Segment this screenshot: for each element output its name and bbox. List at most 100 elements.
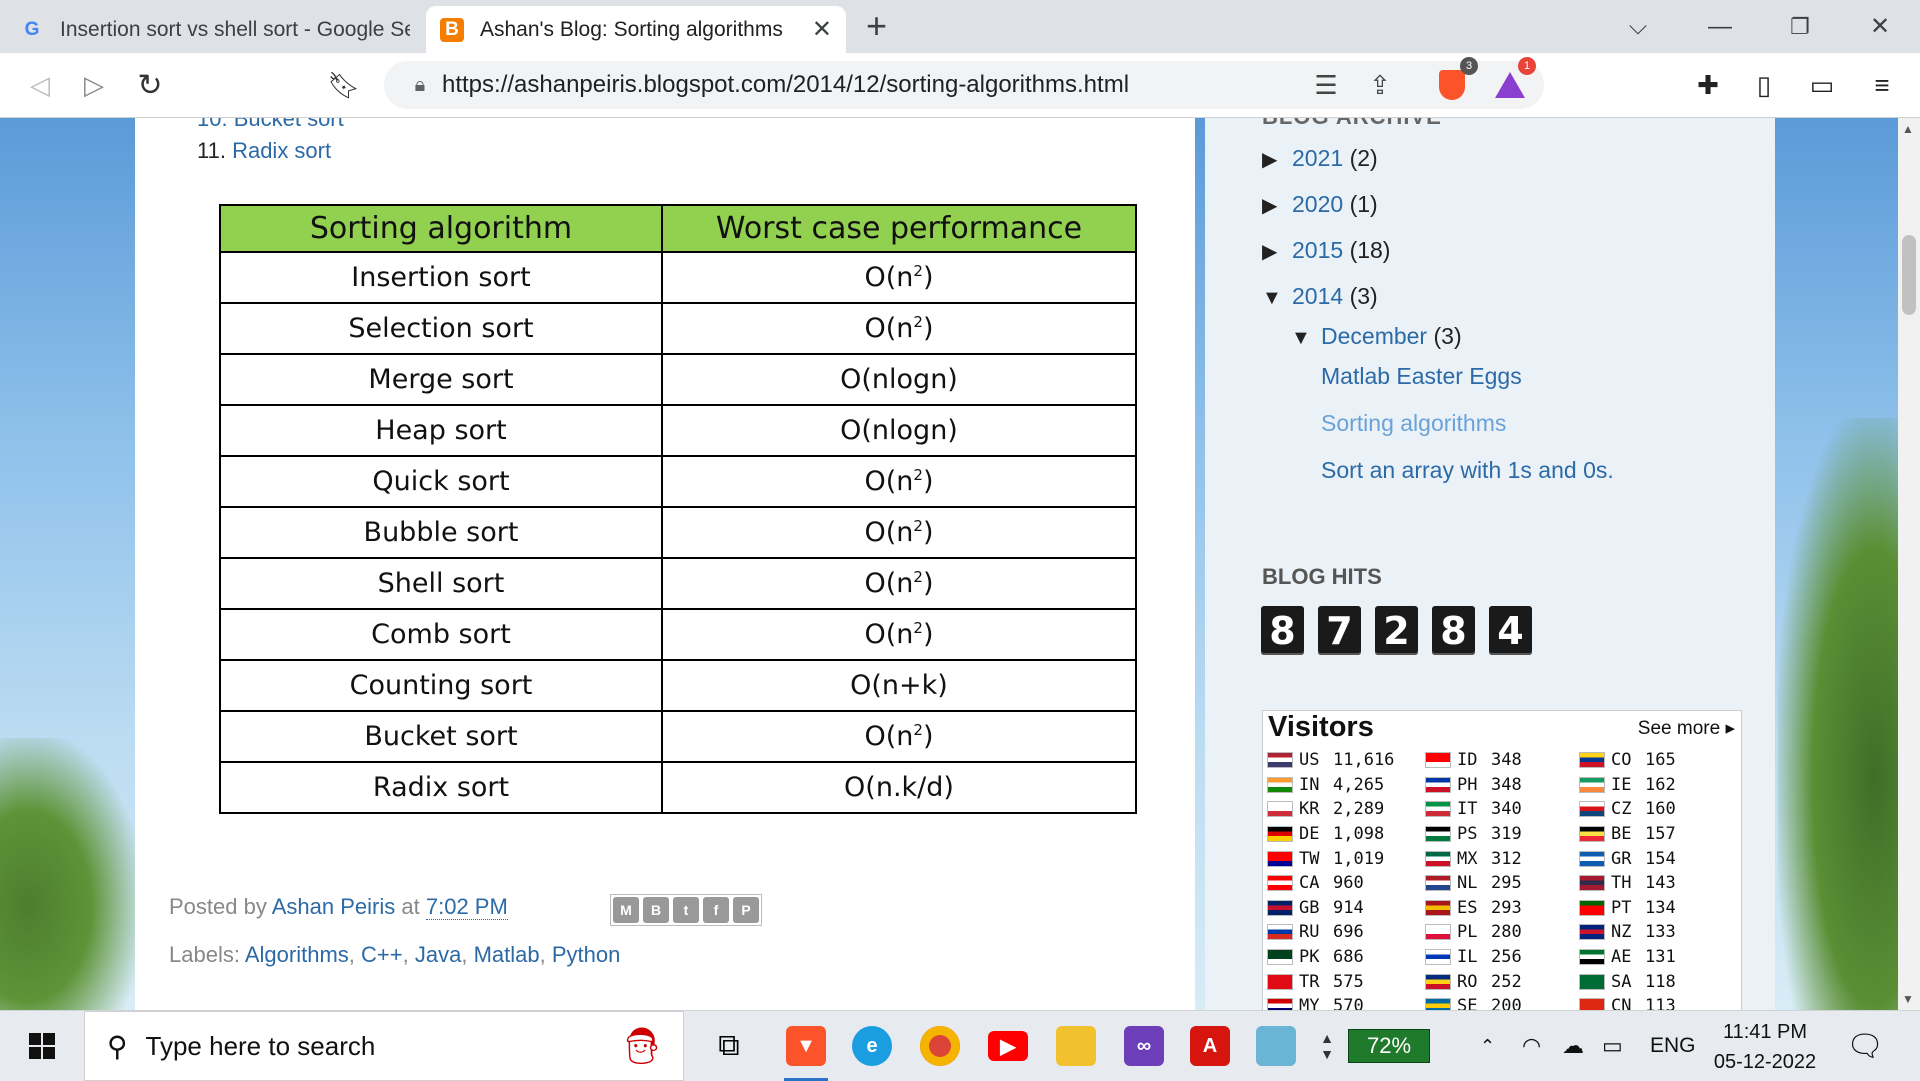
expanded-triangle-icon[interactable]: ▼ [1291,327,1321,350]
taskbar-youtube[interactable]: ▶ [972,1011,1044,1081]
battery-tray-icon[interactable]: ▭ [1602,1011,1623,1081]
taskbar-chrome[interactable] [904,1011,976,1081]
brave-shields-button[interactable]: 3 [1432,57,1478,107]
country-code: CN [1611,996,1632,1010]
flag-es-icon [1425,899,1451,916]
archive-month-december[interactable]: ▼ December (3) [1291,323,1462,350]
reader-mode-icon[interactable]: ☰ [1306,63,1346,107]
hit-digit: 8 [1432,606,1475,655]
taskbar-notepad[interactable] [1240,1011,1312,1081]
system-clock[interactable]: 11:41 PM 05-12-2022 [1700,1017,1830,1077]
label-link[interactable]: C++ [361,942,403,967]
archive-post-link-current[interactable]: Sorting algorithms [1321,410,1506,437]
menu-icon[interactable]: ≡ [1862,63,1902,107]
extensions-puzzle-icon[interactable]: ✚ [1688,63,1728,107]
table-row: Quick sort O(n2) [219,455,1137,508]
twitter-share-icon[interactable]: t [673,897,699,923]
archive-year-2014[interactable]: ▼ 2014 (3) [1262,283,1378,310]
taskbar-acrobat[interactable]: A [1174,1011,1246,1081]
visitor-row: PS 319 [1425,822,1522,847]
background-foliage [1778,418,1898,1010]
language-indicator[interactable]: ENG [1650,1011,1696,1081]
close-window-button[interactable]: ✕ [1850,0,1910,53]
see-more-link[interactable]: See more ▸ [1638,717,1735,740]
tab-ashans-blog[interactable]: B Ashan's Blog: Sorting algorithms ✕ [426,6,846,53]
page-scrollbar[interactable]: ▲ ▼ [1898,118,1920,1010]
sidebar-toggle-icon[interactable]: ▯ [1744,63,1784,107]
author-link[interactable]: Ashan Peiris [272,894,396,919]
archive-post-link[interactable]: Sort an array with 1s and 0s. [1321,457,1614,484]
archive-year-2021[interactable]: ▶ 2021 (2) [1262,145,1378,172]
scroll-down-arrow-icon[interactable]: ▼ [1902,992,1914,1006]
tab-google-search[interactable]: G Insertion sort vs shell sort - Google … [6,6,424,53]
complexity-cell: O(n2) [661,506,1137,559]
pinterest-share-icon[interactable]: P [733,897,759,923]
country-code: RU [1299,922,1320,943]
complexity-cell: O(n2) [661,455,1137,508]
post-time-link[interactable]: 7:02 PM [425,894,508,920]
notifications-icon[interactable]: 🗨︎ [1846,1011,1884,1081]
algorithm-cell: Bubble sort [219,506,663,559]
collapsed-triangle-icon[interactable]: ▶ [1262,239,1292,264]
visitor-row: SA 118 [1579,969,1676,994]
scrollbar-thumb[interactable] [1902,235,1916,315]
taskbar-search-box[interactable]: ⚲ Type here to search 🎅︎ [84,1011,684,1081]
blog-archive-heading: BLOG ARCHIVE [1262,118,1442,130]
taskbar-edge[interactable]: e [836,1011,908,1081]
archive-post-link[interactable]: Matlab Easter Eggs [1321,363,1522,390]
label-link[interactable]: Python [552,942,621,967]
label-link[interactable]: Matlab [474,942,540,967]
collapsed-triangle-icon[interactable]: ▶ [1262,193,1292,218]
url-text[interactable]: https://ashanpeiris.blogspot.com/2014/12… [442,71,1129,99]
label-link[interactable]: Algorithms [245,942,349,967]
taskbar-scroll-arrows[interactable]: ▲ ▼ [1312,1011,1342,1081]
visitor-count: 2,289 [1333,799,1385,820]
country-code: SA [1611,971,1632,992]
battery-meter[interactable]: 72% [1348,1029,1430,1063]
task-view-icon[interactable]: ⧉ [704,1011,754,1081]
tab-search-chevron-icon[interactable]: ⌵ [1608,0,1668,53]
country-code: US [1299,750,1320,771]
visitor-count: 157 [1645,824,1676,845]
complexity-cell: O(n2) [661,710,1137,763]
minimize-button[interactable]: — [1690,0,1750,53]
label-link[interactable]: Java [415,942,461,967]
collapsed-triangle-icon[interactable]: ▶ [1262,147,1292,172]
wifi-icon[interactable]: ◠ [1522,1011,1541,1081]
visitor-count: 165 [1645,750,1676,771]
scroll-up-arrow-icon[interactable]: ▲ [1902,122,1914,136]
restore-button[interactable]: ❐ [1770,0,1830,53]
flag-ph-icon [1425,776,1451,793]
email-share-icon[interactable]: M [613,897,639,923]
taskbar-brave[interactable]: ▼ [770,1011,842,1081]
visitor-count: 162 [1645,774,1676,795]
brave-rewards-button[interactable]: 1 [1490,57,1536,107]
new-tab-button[interactable]: + [866,6,887,46]
visitor-row: TW 1,019 [1267,846,1394,871]
visitors-widget[interactable]: Visitors See more ▸ US 11,616 IN 4,265 KR 2,2… [1262,710,1742,1010]
expanded-triangle-icon[interactable]: ▼ [1262,287,1292,310]
archive-year-2020[interactable]: ▶ 2020 (1) [1262,191,1378,218]
country-code: SE [1457,996,1478,1010]
reload-button[interactable]: ↻ [130,63,170,107]
radix-sort-link[interactable]: Radix sort [232,138,331,163]
facebook-share-icon[interactable]: f [703,897,729,923]
blog-this-icon[interactable]: B [643,897,669,923]
visitor-row: IL 256 [1425,945,1522,970]
taskbar-file-explorer[interactable] [1040,1011,1112,1081]
visitor-row: CO 165 [1579,748,1676,773]
forward-button[interactable]: ▷ [74,63,114,107]
visitors-column: ID 348 PH 348 IT 340 PS 319 MX 312 NL 295 ES 293 PL 280… [1425,748,1522,1010]
share-icon[interactable]: ⇪ [1360,63,1400,107]
onedrive-icon[interactable]: ☁︎ [1562,1011,1584,1081]
country-code: MX [1457,848,1478,869]
archive-year-2015[interactable]: ▶ 2015 (18) [1262,237,1390,264]
close-tab-icon[interactable]: ✕ [812,15,832,44]
country-code: IT [1457,799,1478,820]
bookmark-icon[interactable]: 🔖︎ [324,63,364,107]
start-button[interactable] [14,1011,70,1081]
back-button[interactable]: ◁ [20,63,60,107]
taskbar-visual-studio[interactable]: ∞ [1108,1011,1180,1081]
wallet-icon[interactable]: ▭ [1802,63,1842,107]
show-hidden-icons[interactable]: ⌃ [1480,1011,1495,1081]
